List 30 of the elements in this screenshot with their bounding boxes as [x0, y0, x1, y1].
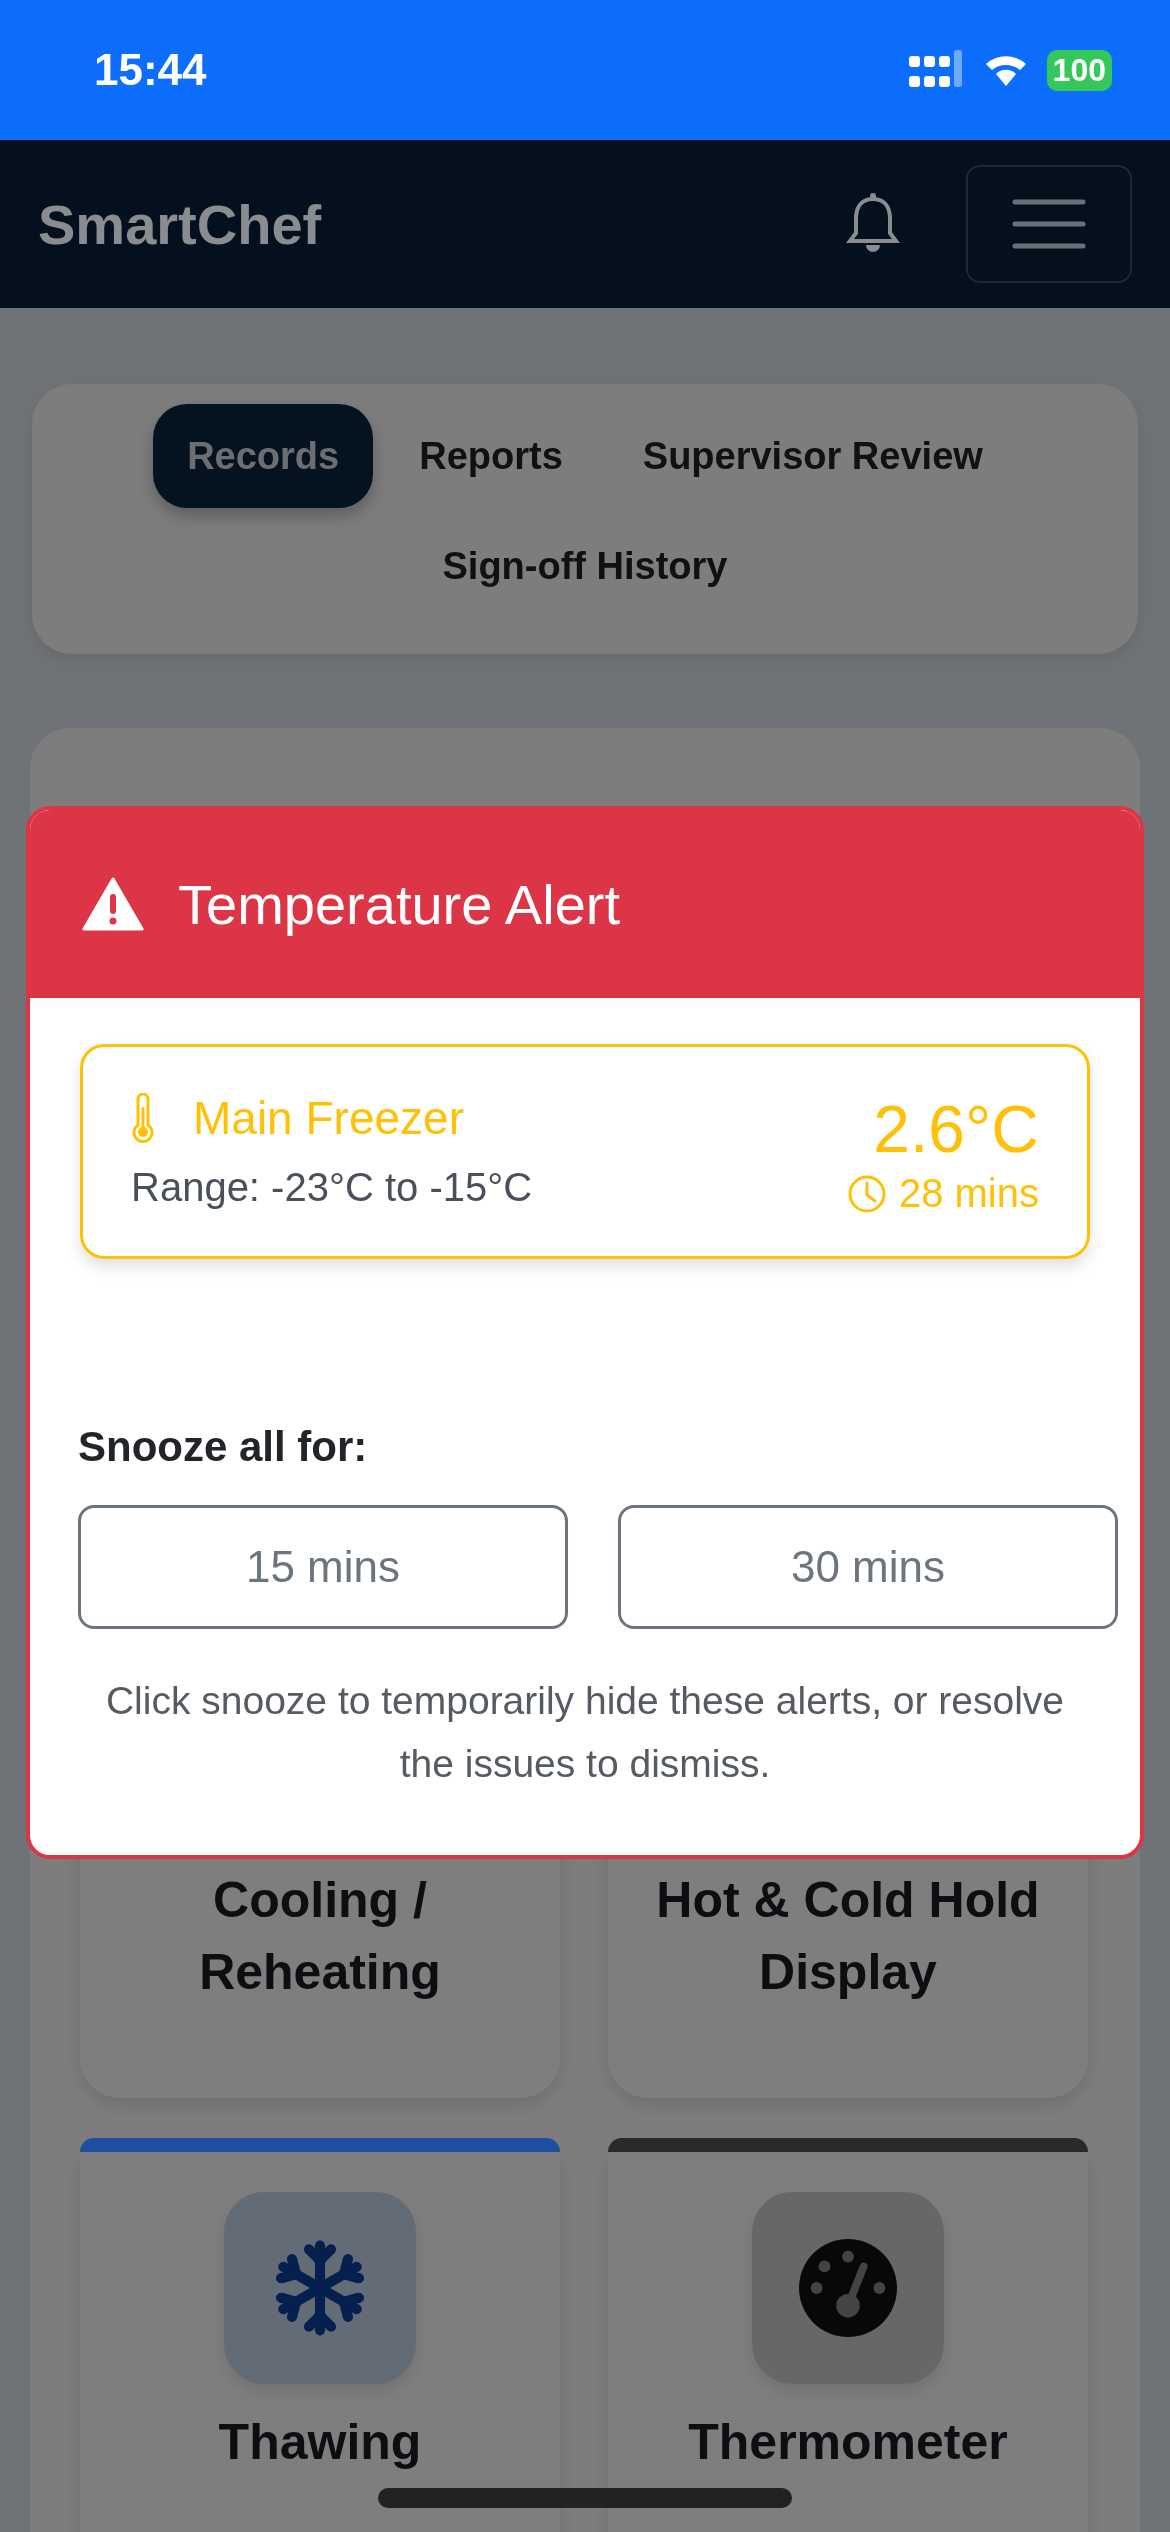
- menu-button[interactable]: [966, 165, 1132, 283]
- module-card[interactable]: Thawing: [80, 2152, 560, 2532]
- module-title: Hot & Cold Hold Display: [655, 1871, 1041, 2002]
- nav-tab[interactable]: Reports: [385, 404, 597, 508]
- menu-icon: [1012, 198, 1086, 250]
- snooze-button[interactable]: 15 mins: [78, 1505, 568, 1629]
- nav-tab[interactable]: Records: [153, 404, 374, 508]
- module-title: Cooling / Reheating: [198, 1871, 442, 2002]
- warning-icon: [82, 877, 144, 931]
- alert-duration: 28 mins: [898, 1171, 1039, 1216]
- module-title: Thawing: [218, 2413, 422, 2472]
- snooze-button[interactable]: 30 mins: [618, 1505, 1118, 1629]
- range-text: Range: -23°C to -15°C: [131, 1165, 533, 1210]
- snooze-label: Snooze all for:: [78, 1423, 369, 1471]
- dialog-title: Temperature Alert: [178, 871, 620, 937]
- temperature-reading: 2.6°C: [873, 1091, 1039, 1167]
- snowflake-icon: [274, 2238, 366, 2338]
- clock-icon: [846, 1173, 887, 1214]
- bell-icon[interactable]: [846, 193, 900, 255]
- sensor-name: Main Freezer: [193, 1091, 464, 1145]
- gauge-icon: [799, 2239, 897, 2337]
- module-title: Thermometer: [688, 2413, 1008, 2472]
- nav-tab[interactable]: Sign-off History: [408, 514, 762, 618]
- nav-tab[interactable]: Supervisor Review: [608, 404, 1017, 508]
- status-time: 15:44: [94, 45, 207, 95]
- thermometer-icon: [131, 1093, 155, 1143]
- app-brand: SmartChef: [38, 191, 323, 257]
- battery-level: 100: [1046, 49, 1112, 91]
- signal-icon: [908, 50, 965, 90]
- module-card[interactable]: Thermometer: [608, 2152, 1088, 2532]
